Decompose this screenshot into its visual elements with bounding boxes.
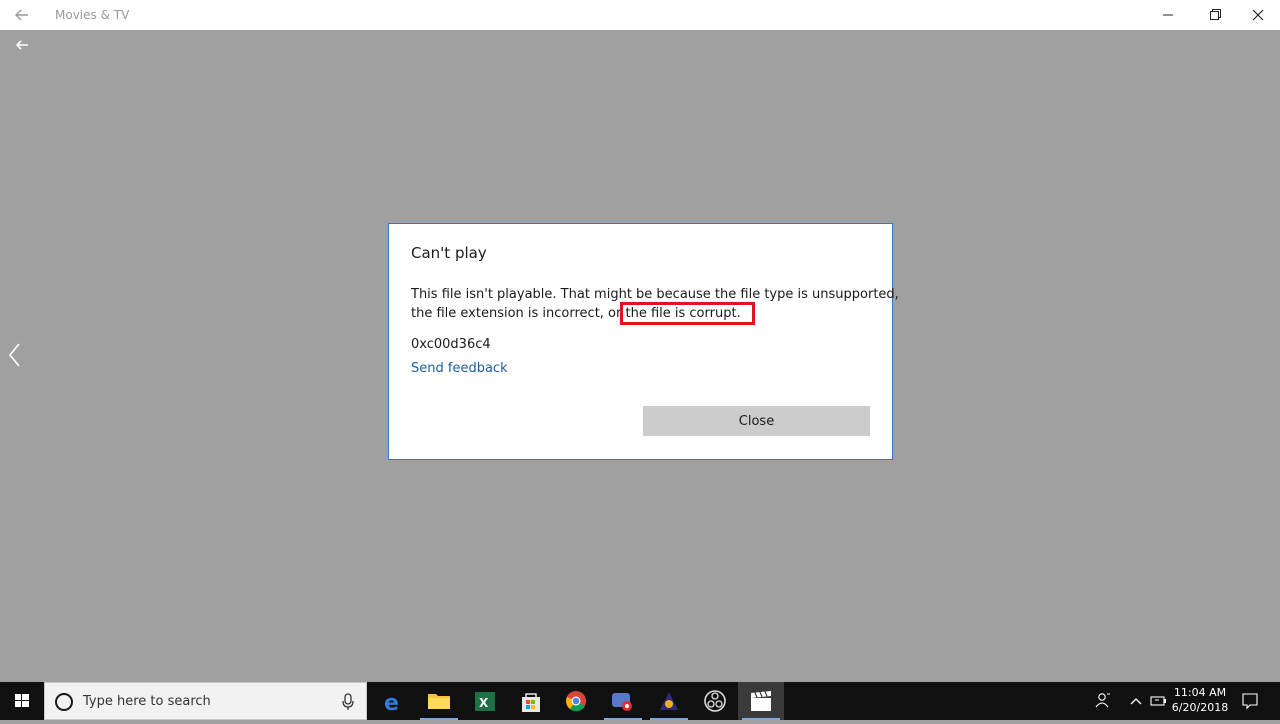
movies-tv-icon[interactable] bbox=[738, 682, 784, 720]
dialog-message: This file isn't playable. That might be … bbox=[411, 285, 899, 325]
svg-text:e: e bbox=[384, 691, 399, 716]
previous-chevron-icon[interactable] bbox=[4, 340, 24, 370]
message-line-1: This file isn't playable. That might be … bbox=[411, 287, 899, 302]
clock[interactable]: 11:04 AM 6/20/2018 bbox=[1166, 685, 1234, 715]
media-app-icon[interactable] bbox=[646, 682, 692, 720]
close-window-button[interactable] bbox=[1235, 0, 1280, 30]
excel-icon[interactable]: X bbox=[462, 682, 508, 720]
minimize-button[interactable] bbox=[1145, 0, 1191, 30]
svg-text:X: X bbox=[479, 696, 489, 710]
send-feedback-link[interactable]: Send feedback bbox=[411, 361, 508, 376]
back-icon[interactable] bbox=[10, 4, 34, 26]
taskbar: Type here to search e X 11:04 AM 6/20/20… bbox=[0, 682, 1280, 720]
message-line-2-text: the file extension is incorrect, or bbox=[411, 306, 622, 321]
start-button[interactable] bbox=[0, 682, 44, 720]
restore-button[interactable] bbox=[1192, 0, 1238, 30]
error-code: 0xc00d36c4 bbox=[411, 337, 491, 352]
clock-date: 6/20/2018 bbox=[1171, 701, 1229, 714]
microphone-icon[interactable] bbox=[340, 692, 356, 712]
obs-icon[interactable] bbox=[692, 682, 738, 720]
player-back-icon[interactable] bbox=[12, 36, 34, 54]
clock-time: 11:04 AM bbox=[1173, 686, 1227, 699]
notification-icon[interactable] bbox=[1238, 682, 1262, 720]
cortana-icon bbox=[55, 693, 73, 711]
close-button[interactable]: Close bbox=[643, 406, 870, 436]
search-box[interactable]: Type here to search bbox=[44, 682, 367, 720]
title-bar: Movies & TV bbox=[0, 0, 1280, 30]
dialog-title: Can't play bbox=[411, 244, 487, 262]
search-placeholder: Type here to search bbox=[83, 694, 211, 709]
player-area: Can't play This file isn't playable. Tha… bbox=[0, 30, 1280, 682]
windows-icon bbox=[15, 694, 29, 707]
screen-recorder-icon[interactable] bbox=[600, 682, 646, 720]
chevron-up-icon[interactable] bbox=[1126, 682, 1146, 720]
store-icon[interactable] bbox=[508, 682, 554, 720]
edge-icon[interactable]: e bbox=[370, 682, 416, 720]
file-explorer-icon[interactable] bbox=[416, 682, 462, 720]
error-dialog: Can't play This file isn't playable. Tha… bbox=[388, 223, 899, 460]
window-title: Movies & TV bbox=[55, 8, 130, 22]
highlighted-text: the file is corrupt. bbox=[619, 302, 755, 325]
chrome-icon[interactable] bbox=[554, 682, 600, 720]
battery-icon[interactable] bbox=[1148, 682, 1168, 720]
message-line-2: the file extension is incorrect, or the … bbox=[411, 302, 879, 325]
people-icon[interactable] bbox=[1092, 682, 1114, 720]
